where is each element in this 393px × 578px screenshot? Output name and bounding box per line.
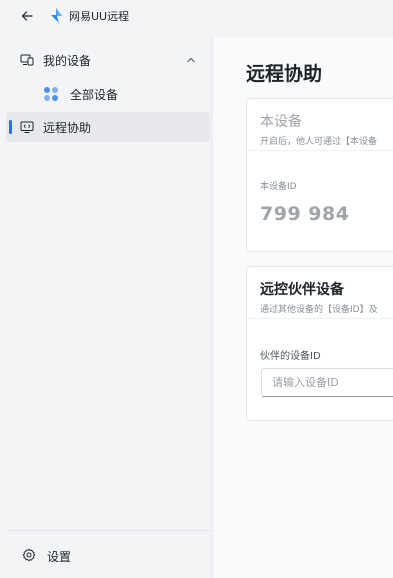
card-description: 开启后，他人可通过【本设备 xyxy=(260,137,378,147)
this-device-card: 本设备 开启后，他人可通过【本设备 本设备ID 799 984 xyxy=(246,98,393,252)
partner-device-card: 远控伙伴设备 通过其他设备的【设备ID】及 伙伴的设备ID xyxy=(246,266,393,421)
partner-id-input[interactable] xyxy=(261,368,393,397)
devices-icon xyxy=(20,53,34,67)
device-id-value[interactable]: 799 984 xyxy=(260,203,349,225)
chevron-up-icon[interactable] xyxy=(184,53,198,67)
main-panel: 远程协助 本设备 开启后，他人可通过【本设备 本设备ID 799 984 远控伙… xyxy=(214,37,393,578)
device-id-label: 本设备ID xyxy=(260,182,297,192)
title-bar: 网易UU远程 xyxy=(0,0,393,32)
card-header: 远控伙伴设备 通过其他设备的【设备ID】及 xyxy=(247,267,393,319)
page-title: 远程协助 xyxy=(246,63,323,85)
sidebar-item-all-devices[interactable]: 全部设备 xyxy=(6,79,210,109)
settings-button[interactable]: 设置 xyxy=(12,540,208,570)
selected-indicator xyxy=(9,120,12,134)
partner-id-label: 伙伴的设备ID xyxy=(260,351,321,362)
gear-icon xyxy=(22,548,36,562)
sidebar-group-label: 我的设备 xyxy=(43,54,92,68)
card-title: 远控伙伴设备 xyxy=(260,282,344,298)
card-title: 本设备 xyxy=(260,114,302,130)
sidebar: 我的设备 全部设备 远程协助 设置 xyxy=(6,37,212,578)
app-title: 网易UU远程 xyxy=(69,10,130,23)
sidebar-divider xyxy=(6,530,212,531)
settings-label: 设置 xyxy=(47,550,72,564)
sidebar-item-remote-assist[interactable]: 远程协助 xyxy=(6,112,210,142)
sidebar-group-my-devices[interactable]: 我的设备 xyxy=(6,45,210,75)
card-header: 本设备 开启后，他人可通过【本设备 xyxy=(247,99,393,151)
remote-screen-icon xyxy=(20,120,34,134)
grid-dots-icon xyxy=(43,86,59,102)
app-logo-icon xyxy=(51,8,62,23)
sidebar-item-label: 全部设备 xyxy=(70,88,119,102)
sidebar-item-label: 远程协助 xyxy=(43,121,92,135)
back-button[interactable] xyxy=(17,6,37,26)
back-arrow-icon xyxy=(21,11,33,21)
card-description: 通过其他设备的【设备ID】及 xyxy=(260,305,378,315)
